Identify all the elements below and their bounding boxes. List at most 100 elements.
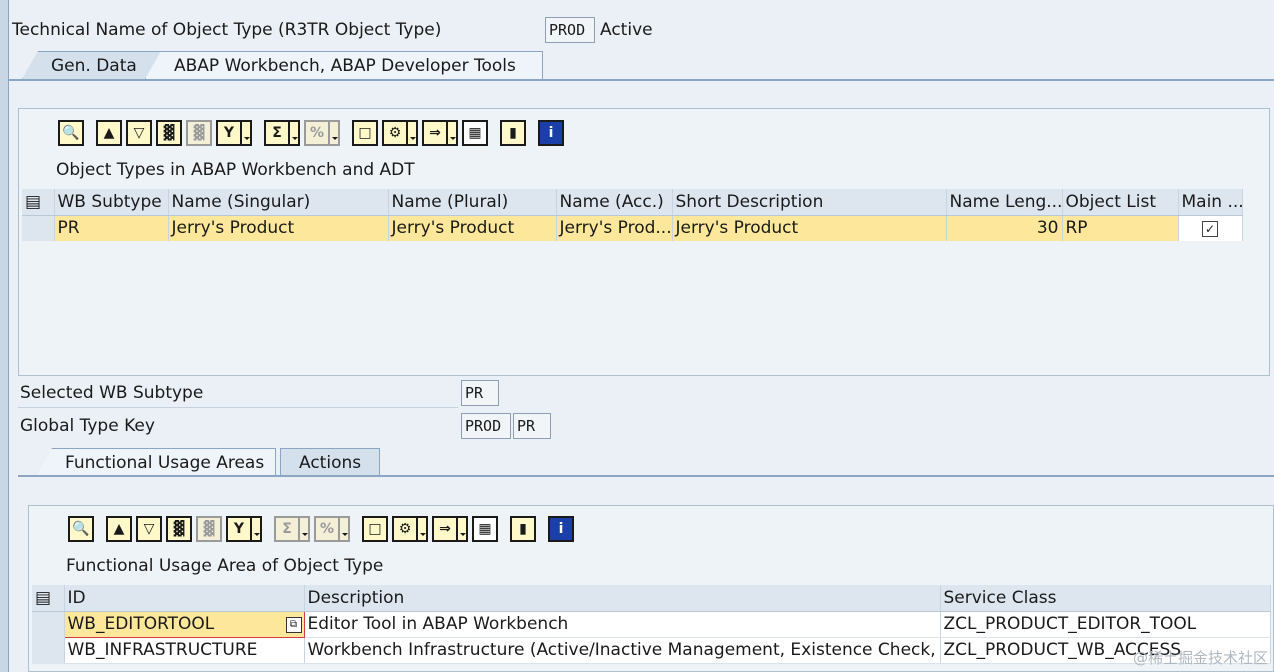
tab-actions-label: Actions [299, 453, 362, 473]
col-name-plural[interactable]: Name (Plural) [388, 189, 557, 216]
find-next-icon[interactable]: ▓ [186, 120, 212, 146]
tab-abap-workbench[interactable]: ABAP Workbench, ABAP Developer Tools [145, 51, 543, 79]
col-wb-subtype[interactable]: WB Subtype [54, 189, 169, 216]
main-checkbox[interactable]: ✓ [1202, 221, 1218, 238]
export-dropdown[interactable] [408, 120, 418, 146]
print-icon[interactable]: ▲ [96, 120, 122, 146]
window-left-edge [0, 0, 9, 672]
subtotal-icon[interactable]: % [304, 120, 330, 146]
cell-wb-subtype[interactable]: PR [54, 215, 169, 241]
sum-icon[interactable]: Σ [264, 120, 290, 146]
cell-service-class[interactable]: ZCL_PRODUCT_EDITOR_TOOL [940, 611, 1271, 638]
col-main[interactable]: Main ... [1178, 189, 1243, 216]
grid-icon[interactable]: ▦ [472, 516, 498, 542]
set-filter-icon[interactable]: Y [226, 516, 252, 542]
col-name-acc[interactable]: Name (Acc.) [556, 189, 673, 216]
col-id[interactable]: ID [64, 585, 305, 612]
table-row[interactable]: PR Jerry's Product Jerry's Product Jerry… [22, 215, 1243, 241]
tab-functional-usage-areas-label: Functional Usage Areas [65, 453, 265, 473]
col-service-class[interactable]: Service Class [940, 585, 1271, 612]
layout-icon[interactable]: ⇒ [432, 516, 458, 542]
filter-icon[interactable]: ▽ [136, 516, 162, 542]
cell-main[interactable]: ✓ [1178, 215, 1243, 241]
global-type-key-label: Global Type Key [20, 416, 155, 436]
cell-short-desc[interactable]: Jerry's Product [672, 215, 947, 241]
col-name-singular[interactable]: Name (Singular) [168, 189, 389, 216]
print-preview-icon[interactable]: □ [352, 120, 378, 146]
col-short-description[interactable]: Short Description [672, 189, 947, 216]
select-all-icon[interactable]: ▤ [22, 189, 55, 216]
table-header: ▤ WB Subtype Name (Singular) Name (Plura… [22, 189, 1243, 216]
top-toolbar: 🔍 ▲ ▽ ▓ ▓ Y Σ % □ ⚙ ⇒ ▦ ▮ i [58, 118, 564, 148]
status-text: Active [600, 20, 653, 40]
selected-wb-subtype-label: Selected WB Subtype [20, 383, 204, 403]
find-icon[interactable]: ▓ [156, 120, 182, 146]
grid-icon[interactable]: ▦ [462, 120, 488, 146]
cell-description[interactable]: Editor Tool in ABAP Workbench [304, 611, 941, 638]
graphic-icon[interactable]: ▮ [500, 120, 526, 146]
info-icon[interactable]: i [538, 120, 564, 146]
object-type-label: Technical Name of Object Type (R3TR Obje… [12, 20, 442, 40]
layout-dropdown[interactable] [448, 120, 458, 146]
subtotal-dropdown[interactable] [330, 120, 340, 146]
select-all-icon[interactable]: ▤ [32, 585, 65, 612]
cell-object-list[interactable]: RP [1062, 215, 1179, 241]
field-divider [18, 407, 458, 408]
set-filter-dropdown[interactable] [252, 516, 262, 542]
row-selector[interactable] [32, 611, 65, 638]
col-object-list[interactable]: Object List [1062, 189, 1179, 216]
cell-name-length[interactable]: 30 [946, 215, 1063, 241]
sum-dropdown[interactable] [290, 120, 300, 146]
set-filter-icon[interactable]: Y [216, 120, 242, 146]
cell-id-text: WB_EDITORTOOL [67, 614, 215, 634]
subtotal-dropdown[interactable] [340, 516, 350, 542]
top-grid-caption: Object Types in ABAP Workbench and ADT [56, 160, 415, 180]
set-filter-dropdown[interactable] [242, 120, 252, 146]
row-selector[interactable] [22, 215, 55, 241]
info-icon[interactable]: i [548, 516, 574, 542]
tab-functional-usage-areas[interactable]: Functional Usage Areas [36, 448, 276, 476]
bottom-grid-caption: Functional Usage Area of Object Type [66, 556, 384, 576]
value-help-icon[interactable]: ⧉ [285, 616, 302, 633]
find-next-icon[interactable]: ▓ [196, 516, 222, 542]
table-row[interactable]: WB_INFRASTRUCTURE Workbench Infrastructu… [32, 637, 1271, 664]
usage-areas-table: ▤ ID Description Service Class WB_EDITOR… [32, 585, 1271, 664]
row-selector[interactable] [32, 637, 65, 664]
export-icon[interactable]: ⚙ [382, 120, 408, 146]
find-icon[interactable]: ▓ [166, 516, 192, 542]
col-description[interactable]: Description [304, 585, 941, 612]
tab-actions[interactable]: Actions [280, 448, 380, 476]
cell-description[interactable]: Workbench Infrastructure (Active/Inactiv… [304, 637, 941, 664]
details-icon[interactable]: 🔍 [68, 516, 94, 542]
object-type-field[interactable]: PROD [545, 17, 595, 43]
subtotal-icon[interactable]: % [314, 516, 340, 542]
cell-name-singular[interactable]: Jerry's Product [168, 215, 389, 241]
bottom-toolbar: 🔍 ▲ ▽ ▓ ▓ Y Σ % □ ⚙ ⇒ ▦ ▮ i [68, 514, 574, 544]
tab-abap-workbench-label: ABAP Workbench, ABAP Developer Tools [174, 56, 516, 76]
col-name-length[interactable]: Name Leng... [946, 189, 1063, 216]
print-preview-icon[interactable]: □ [362, 516, 388, 542]
cell-name-acc[interactable]: Jerry's Prod... [556, 215, 673, 241]
layout-icon[interactable]: ⇒ [422, 120, 448, 146]
tab-gen-data-label: Gen. Data [51, 56, 137, 76]
export-dropdown[interactable] [418, 516, 428, 542]
object-types-table: ▤ WB Subtype Name (Singular) Name (Plura… [22, 189, 1243, 241]
filter-icon[interactable]: ▽ [126, 120, 152, 146]
tab-gen-data[interactable]: Gen. Data [22, 51, 162, 79]
inner-tabstrip-border [18, 475, 1274, 477]
print-icon[interactable]: ▲ [106, 516, 132, 542]
cell-id[interactable]: WB_INFRASTRUCTURE [64, 637, 305, 664]
sum-dropdown[interactable] [300, 516, 310, 542]
sum-icon[interactable]: Σ [274, 516, 300, 542]
layout-dropdown[interactable] [458, 516, 468, 542]
cell-id[interactable]: WB_EDITORTOOL ⧉ [63, 610, 305, 638]
graphic-icon[interactable]: ▮ [510, 516, 536, 542]
global-type-key-field-2[interactable]: PR [513, 413, 551, 439]
global-type-key-field-1[interactable]: PROD [461, 413, 511, 439]
table-row[interactable]: WB_EDITORTOOL ⧉ Editor Tool in ABAP Workb… [32, 610, 1271, 638]
cell-name-plural[interactable]: Jerry's Product [388, 215, 557, 241]
details-icon[interactable]: 🔍 [58, 120, 84, 146]
selected-wb-subtype-field[interactable]: PR [461, 380, 499, 406]
table-header: ▤ ID Description Service Class [32, 585, 1271, 612]
export-icon[interactable]: ⚙ [392, 516, 418, 542]
